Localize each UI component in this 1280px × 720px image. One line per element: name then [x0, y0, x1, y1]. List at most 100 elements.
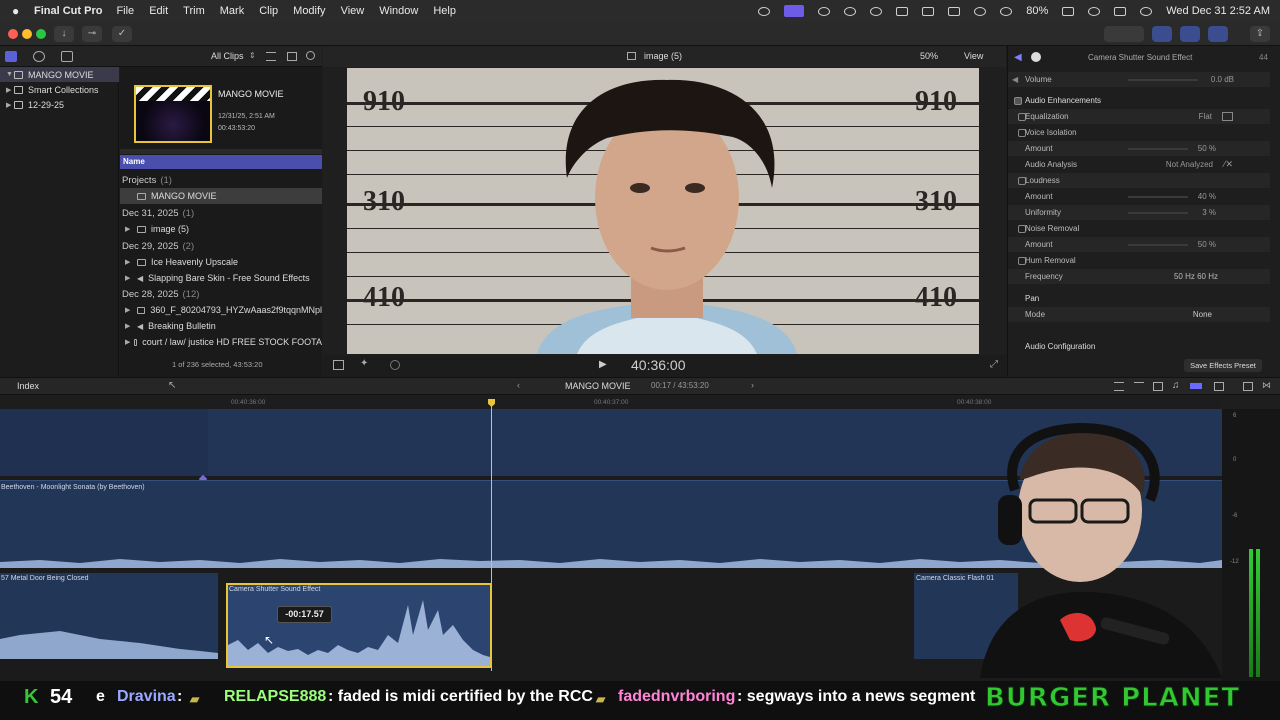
browser-toggle-icon[interactable]: [1152, 26, 1172, 42]
menu-window[interactable]: Window: [379, 5, 418, 17]
playhead[interactable]: [491, 401, 492, 671]
menu-clip[interactable]: Clip: [259, 5, 278, 17]
menu-mark[interactable]: Mark: [220, 5, 244, 17]
disclosure-triangle-icon[interactable]: ▶: [125, 322, 133, 330]
volume-slider[interactable]: [1128, 79, 1198, 81]
solo-icon[interactable]: [1153, 382, 1163, 391]
photos-audio-icon[interactable]: [33, 51, 45, 62]
list-item[interactable]: ▶ ◀ Slapping Bare Skin - Free Sound Effect…: [120, 270, 322, 286]
control-center-icon[interactable]: [1114, 6, 1127, 16]
group-dec-29[interactable]: Dec 29, 2025 (2): [120, 238, 322, 254]
close-window-button[interactable]: [8, 29, 18, 39]
view-dropdown[interactable]: View: [964, 51, 983, 61]
list-item[interactable]: ▶ Ice Heavenly Upscale: [120, 254, 322, 270]
amount-value[interactable]: 50 %: [1178, 240, 1216, 249]
group-dec-31[interactable]: Dec 31, 2025 (1): [120, 205, 322, 221]
clip-appearance-icon[interactable]: [1214, 382, 1224, 391]
menu-modify[interactable]: Modify: [293, 5, 325, 17]
zoom-window-button[interactable]: [36, 29, 46, 39]
snapping-icon[interactable]: [1190, 383, 1202, 389]
disclosure-triangle-icon[interactable]: ▼: [6, 71, 14, 78]
message-icon[interactable]: [948, 6, 961, 16]
list-item[interactable]: ▶ ◀ Breaking Bulletin: [120, 318, 322, 334]
forward-arrow-icon[interactable]: ›: [751, 380, 754, 390]
menu-edit[interactable]: Edit: [149, 5, 168, 17]
play-icon[interactable]: [870, 6, 883, 16]
timeline-toggle-icon[interactable]: [1180, 26, 1200, 42]
search-icon[interactable]: [1088, 6, 1101, 16]
all-clips-dropdown[interactable]: All Clips: [211, 51, 244, 61]
minimize-window-button[interactable]: [22, 29, 32, 39]
wifi-icon[interactable]: [1000, 6, 1013, 16]
timeline-ruler[interactable]: 00:40:36:00 00:40:37:00 00:40:38:00: [0, 395, 1222, 409]
save-effects-preset-button[interactable]: Save Effects Preset: [1184, 359, 1262, 372]
skimming-icon[interactable]: [1114, 382, 1124, 391]
list-item[interactable]: ▶ image (5): [120, 221, 322, 237]
group-projects[interactable]: Projects (1): [120, 172, 322, 188]
chevron-updown-icon[interactable]: ⇕: [249, 51, 256, 60]
amount-value[interactable]: 50 %: [1178, 144, 1216, 153]
sfx-clip[interactable]: 57 Metal Door Being Closed: [0, 573, 218, 659]
workspace-icon[interactable]: [1104, 26, 1144, 42]
disclosure-triangle-icon[interactable]: ▶: [125, 306, 133, 314]
library-item-mango-movie[interactable]: ▼ MANGO MOVIE: [0, 67, 119, 82]
edit-buttons-group[interactable]: [70, 381, 150, 392]
disclosure-triangle-icon[interactable]: ▶: [125, 225, 133, 233]
disclosure-triangle-icon[interactable]: ▶: [6, 86, 14, 94]
import-icon[interactable]: ↓: [54, 26, 74, 42]
enhance-icon[interactable]: ✦: [360, 358, 368, 369]
sfx-clip-selected[interactable]: Camera Shutter Sound Effect: [226, 583, 492, 668]
menu-help[interactable]: Help: [433, 5, 456, 17]
transform-icon[interactable]: [333, 360, 344, 370]
equalization-dropdown[interactable]: Flat: [1178, 112, 1212, 121]
zoom-dropdown[interactable]: 50%: [920, 51, 938, 61]
frequency-options[interactable]: 50 Hz 60 Hz: [1138, 272, 1218, 281]
name-column-header[interactable]: Name: [120, 155, 322, 169]
viewer-timecode[interactable]: 40:36:00: [631, 357, 686, 373]
headphones-icon[interactable]: ♫: [1172, 380, 1180, 391]
select-tool-icon[interactable]: ↖: [168, 380, 176, 391]
share-icon[interactable]: ⇪: [1250, 26, 1270, 42]
amount-value[interactable]: 40 %: [1178, 192, 1216, 201]
menu-view[interactable]: View: [341, 5, 365, 17]
info-icon[interactable]: [1031, 52, 1041, 62]
filmstrip-view-icon[interactable]: [287, 52, 297, 61]
fullscreen-icon[interactable]: ⤢: [990, 359, 998, 370]
pan-mode-dropdown[interactable]: None: [1178, 310, 1212, 319]
transitions-icon[interactable]: ⋈: [1262, 380, 1271, 391]
menu-clock[interactable]: Wed Dec 31 2:52 AM: [1166, 5, 1270, 17]
search-icon[interactable]: [306, 51, 315, 60]
list-view-icon[interactable]: [266, 52, 276, 61]
toggle-icon[interactable]: [844, 6, 857, 16]
project-thumbnail[interactable]: [134, 85, 212, 143]
index-button[interactable]: Index: [17, 381, 39, 391]
viewer-image[interactable]: 910 910 310 310 410 410: [347, 68, 979, 354]
inspector-toggle-icon[interactable]: [1208, 26, 1228, 42]
grid-icon[interactable]: [818, 6, 831, 16]
group-dec-28[interactable]: Dec 28, 2025 (12): [120, 286, 322, 302]
audio-skim-icon[interactable]: [1134, 382, 1144, 391]
list-item[interactable]: ▶ court / law/ justice HD FREE STOCK FOOT…: [120, 334, 322, 350]
library-item-smart-collections[interactable]: ▶ Smart Collections: [0, 82, 119, 97]
libraries-icon[interactable]: [5, 51, 17, 62]
effects-browser-icon[interactable]: [1243, 382, 1253, 391]
apple-icon[interactable]: ●: [12, 4, 26, 18]
status-icon[interactable]: [758, 6, 771, 16]
analyze-icon[interactable]: ⁄✕: [1224, 159, 1233, 170]
audio-enhancements-header[interactable]: Audio Enhancements: [1008, 93, 1270, 108]
thumbnail-scroller[interactable]: [120, 149, 322, 154]
titles-generators-icon[interactable]: [61, 51, 73, 62]
back-arrow-icon[interactable]: ‹: [517, 380, 520, 390]
list-item[interactable]: ▶ 360_F_80204793_HYZwAaas2f9tqqnMNpl: [120, 302, 322, 318]
timeline-project-name[interactable]: MANGO MOVIE: [565, 381, 631, 391]
app-menu[interactable]: Final Cut Pro: [34, 5, 102, 17]
keyword-icon[interactable]: ⊸: [82, 26, 102, 42]
siri-icon[interactable]: [1140, 6, 1153, 16]
menu-file[interactable]: File: [116, 5, 134, 17]
display-icon[interactable]: [922, 6, 935, 16]
disclosure-triangle-icon[interactable]: ▶: [6, 101, 14, 109]
battery-icon[interactable]: [1062, 6, 1075, 16]
background-tasks-icon[interactable]: ✓: [112, 26, 132, 42]
disclosure-triangle-icon[interactable]: ▶: [125, 274, 133, 282]
audio-inspector-icon[interactable]: ◀: [1014, 52, 1022, 63]
